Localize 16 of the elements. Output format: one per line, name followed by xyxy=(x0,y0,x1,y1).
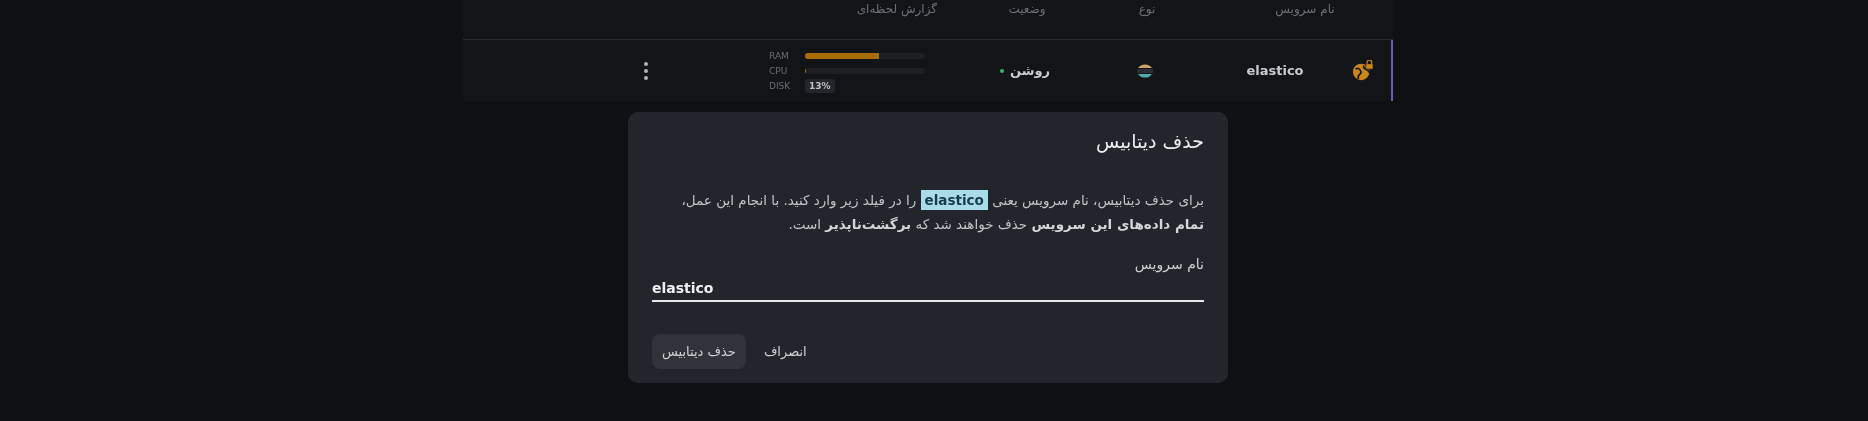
column-header: نام سرویس xyxy=(1274,1,1336,16)
status-text: روشن xyxy=(1009,63,1051,78)
metric-label: CPU xyxy=(769,65,789,76)
column-header: گزارش لحظه‌ای xyxy=(856,1,938,16)
column-header: وضعیت xyxy=(1007,1,1047,16)
field-label: نام سرویس xyxy=(1133,256,1204,272)
column-header: نوع xyxy=(1137,1,1157,16)
service-name-field[interactable]: elastico xyxy=(652,276,1204,302)
cancel-button[interactable]: انصراف xyxy=(755,334,815,369)
metric-label: RAM xyxy=(769,50,790,61)
metric-label: DISK xyxy=(769,80,792,91)
globe-lock-icon xyxy=(1352,59,1374,82)
dialog-title: حذف دیتابیس xyxy=(1095,130,1204,152)
service-name: elastico xyxy=(1245,63,1305,78)
delete-button[interactable]: حذف دیتابیس xyxy=(652,334,746,369)
disk-usage: 13% xyxy=(805,78,835,93)
